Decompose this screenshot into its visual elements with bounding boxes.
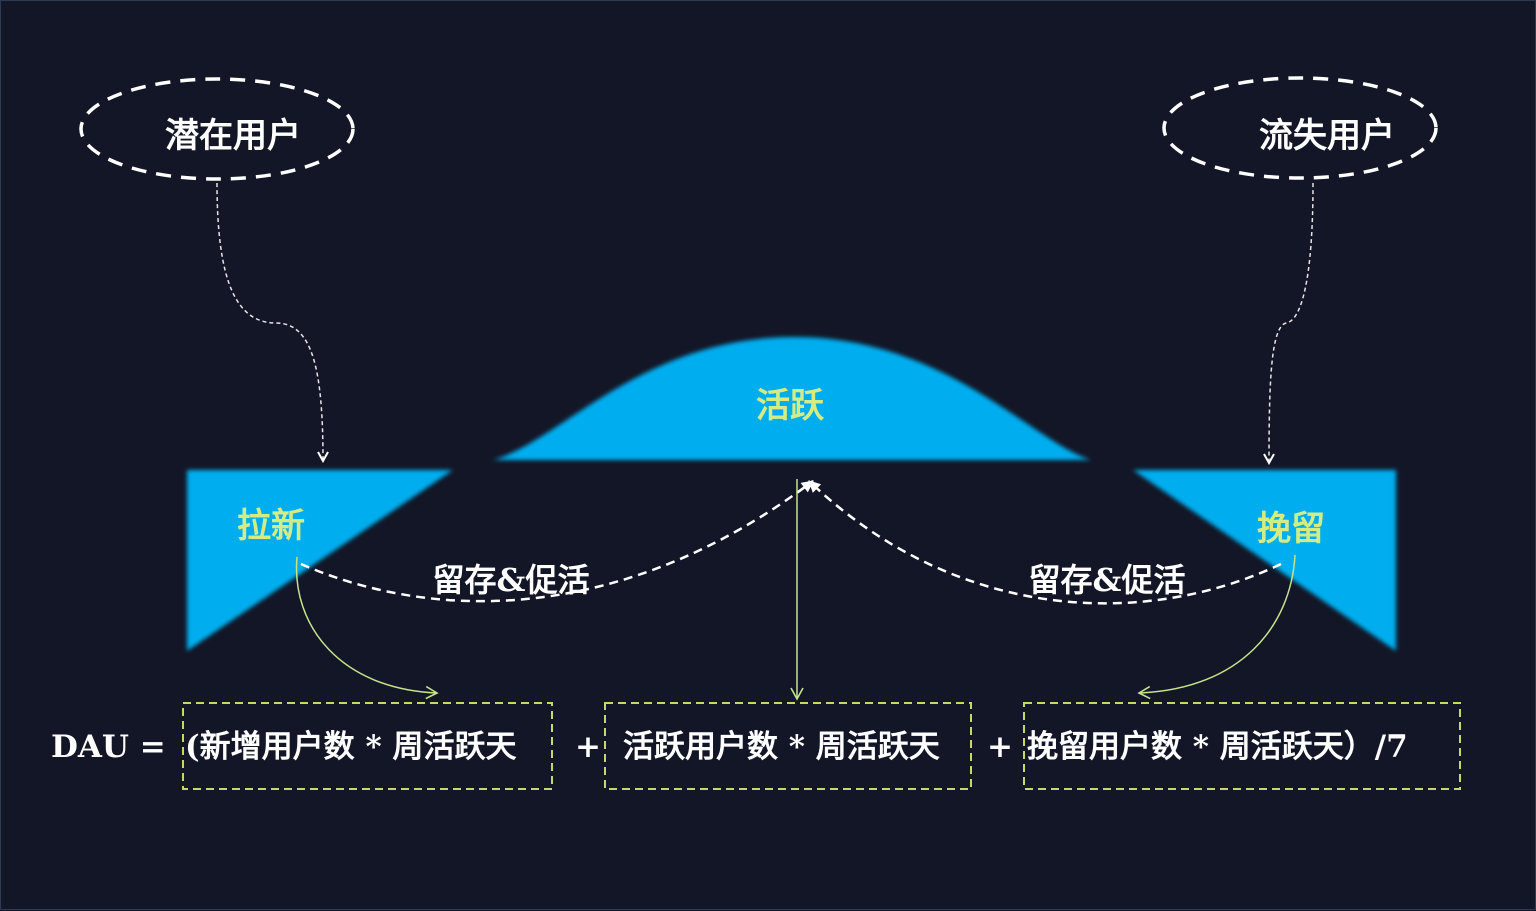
formula-prefix: DAU = <box>51 729 166 765</box>
potential-users-label: 潜在用户 <box>165 116 301 156</box>
churned-to-retention-arrow <box>1269 182 1314 463</box>
formula-term-retained-users: 挽留用户数 * 周活跃天）/7 <box>1027 729 1408 765</box>
acquisition-shape <box>187 470 453 651</box>
potential-to-acquisition-arrow <box>216 182 323 461</box>
churned-users-label: 流失用户 <box>1259 116 1395 156</box>
formula-term-new-users: (新增用户数 * 周活跃天 <box>185 729 517 765</box>
right-retention-label: 留存&促活 <box>1029 561 1186 599</box>
acquisition-to-formula-arrow <box>295 556 439 700</box>
dau-flow-diagram: 潜在用户 流失用户 拉新 活跃 挽留 留存&促活 留存&促活 <box>79 76 1461 790</box>
diagram-canvas: 潜在用户 流失用户 拉新 活跃 挽留 留存&促活 留存&促活 DAU = (新增… <box>0 0 1536 910</box>
active-label: 活跃 <box>756 386 825 426</box>
formula-term-active-users: 活跃用户数 * 周活跃天 <box>623 729 940 765</box>
formula-plus-2: + <box>987 729 1013 765</box>
retention-label: 挽留 <box>1257 509 1325 549</box>
formula-plus-1: + <box>575 729 601 765</box>
left-retention-label: 留存&促活 <box>433 561 590 599</box>
acquisition-label: 拉新 <box>237 506 305 546</box>
